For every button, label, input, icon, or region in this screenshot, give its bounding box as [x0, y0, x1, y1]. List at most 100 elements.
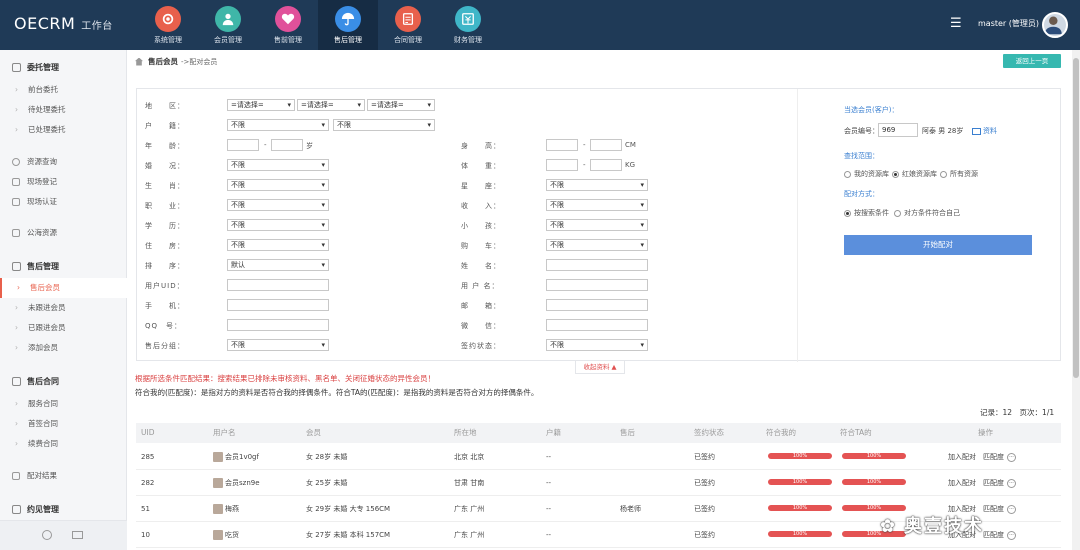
sidebar-item-done-commission[interactable]: › 已处理委托: [0, 120, 127, 140]
house-select[interactable]: 不限: [227, 239, 329, 251]
sidebar-group-appointment[interactable]: 约见管理: [12, 504, 59, 515]
weight-min-input[interactable]: [546, 159, 578, 171]
sidebar-group-commission[interactable]: 委托管理: [12, 62, 59, 73]
income-select[interactable]: 不限: [546, 199, 648, 211]
range-radio-all[interactable]: 所有资源: [940, 169, 978, 179]
nav-finance[interactable]: 财务管理: [438, 0, 498, 50]
nav-contract[interactable]: 合同管理: [378, 0, 438, 50]
method-radio-reverse[interactable]: 对方条件符合自己: [894, 208, 960, 218]
region-district-select[interactable]: =请选择=: [367, 99, 435, 111]
sort-select[interactable]: 默认: [227, 259, 329, 271]
age-min-input[interactable]: [227, 139, 259, 151]
breadcrumb-current[interactable]: 售后会员: [148, 56, 178, 67]
car-select[interactable]: 不限: [546, 239, 648, 251]
age-dash: -: [264, 141, 267, 149]
match-degree-link[interactable]: 匹配度: [983, 479, 1004, 487]
menu-toggle-icon[interactable]: ☰: [950, 16, 962, 31]
mail-icon[interactable]: [72, 531, 83, 539]
member-no-input[interactable]: 969: [878, 123, 918, 137]
add-match-link[interactable]: 加入配对: [948, 453, 976, 461]
height-dash: -: [583, 141, 586, 149]
email-input[interactable]: [546, 299, 648, 311]
nav-member[interactable]: 会员管理: [198, 0, 258, 50]
sidebar-item-followed[interactable]: › 已跟进会员: [0, 318, 127, 338]
sidebar-item-match-result[interactable]: 配对结果: [12, 470, 57, 481]
match-degree-link[interactable]: 匹配度: [983, 531, 1004, 539]
collapse-toggle[interactable]: 收起资料 ▲: [575, 361, 625, 374]
zodiac-select[interactable]: 不限: [227, 179, 329, 191]
cell-username[interactable]: 吃货: [213, 522, 239, 548]
wechat-input[interactable]: [546, 319, 648, 331]
cell-username[interactable]: 会员szn9e: [213, 470, 260, 496]
range-radio-matchmaker[interactable]: 红娘资源库: [892, 169, 937, 179]
more-icon[interactable]: ···: [1007, 478, 1016, 488]
sidebar-item-onsite-register[interactable]: 现场登记: [12, 176, 57, 187]
match-degree-link[interactable]: 匹配度: [983, 505, 1004, 513]
constellation-select[interactable]: 不限: [546, 179, 648, 191]
cell-username[interactable]: 梅燕: [213, 496, 239, 522]
match-degree-link[interactable]: 匹配度: [983, 453, 1004, 461]
marriage-select[interactable]: 不限: [227, 159, 329, 171]
name-input[interactable]: [546, 259, 648, 271]
sidebar-item-renew-contract[interactable]: › 续费合同: [0, 434, 127, 454]
sidebar-item-unfollowed[interactable]: › 未跟进会员: [0, 298, 127, 318]
sidebar-item-onsite-verify[interactable]: 现场认证: [12, 196, 57, 207]
qq-input[interactable]: [227, 319, 329, 331]
region-province-select[interactable]: =请选择=: [227, 99, 295, 111]
nav-aftersale[interactable]: 售后管理: [318, 0, 378, 50]
after-group-select[interactable]: 不限: [227, 339, 329, 351]
sidebar-item-front-commission[interactable]: › 前台委托: [0, 80, 127, 100]
weight-max-input[interactable]: [590, 159, 622, 171]
income-label: 收 入：: [461, 202, 501, 210]
contract-icon: [395, 6, 421, 32]
cell-location: 广东 广州: [454, 505, 485, 513]
start-match-button[interactable]: 开始配对: [844, 235, 1032, 255]
method-radio-search[interactable]: 按搜索条件: [844, 208, 889, 218]
match-me-bar: 100%: [768, 505, 832, 511]
avatar[interactable]: [1042, 12, 1068, 38]
more-icon[interactable]: ···: [1007, 530, 1016, 540]
home-icon[interactable]: [135, 57, 143, 66]
range-radio-mine[interactable]: 我的资源库: [844, 169, 889, 179]
kids-select[interactable]: 不限: [546, 219, 648, 231]
sign-status-select[interactable]: 不限: [546, 339, 648, 351]
sidebar-item-service-contract[interactable]: › 服务合同: [0, 394, 127, 414]
nav-presale[interactable]: 售前管理: [258, 0, 318, 50]
sidebar-item-aftersale-members[interactable]: › 售后会员: [0, 278, 127, 298]
sidebar-group-contract[interactable]: 售后合同: [12, 376, 59, 387]
more-icon[interactable]: ···: [1007, 452, 1016, 462]
height-max-input[interactable]: [590, 139, 622, 151]
hukou-city-select[interactable]: 不限: [333, 119, 435, 131]
page-scrollbar[interactable]: [1072, 50, 1080, 550]
region-city-select[interactable]: =请选择=: [297, 99, 365, 111]
edu-select[interactable]: 不限: [227, 219, 329, 231]
height-min-input[interactable]: [546, 139, 578, 151]
uid-input[interactable]: [227, 279, 329, 291]
settings-icon[interactable]: [42, 530, 52, 540]
nav-system[interactable]: 系统管理: [138, 0, 198, 50]
sidebar-item-first-contract[interactable]: › 首签合同: [0, 414, 127, 434]
sidebar-item-public-pool[interactable]: 公海资源: [12, 227, 57, 238]
cell-username[interactable]: 会员1v0gf: [213, 444, 259, 470]
age-max-input[interactable]: [271, 139, 303, 151]
more-icon[interactable]: ···: [1007, 504, 1016, 514]
sidebar-item-resource-search[interactable]: 资源查询: [12, 156, 57, 167]
user-name[interactable]: master (管理员): [978, 18, 1039, 29]
app-brand[interactable]: OECRM 工作台: [14, 14, 113, 33]
nav-label: 系统管理: [154, 36, 182, 44]
username-input[interactable]: [546, 279, 648, 291]
job-select[interactable]: 不限: [227, 199, 329, 211]
sidebar-item-pending-commission[interactable]: › 待处理委托: [0, 100, 127, 120]
add-match-link[interactable]: 加入配对: [948, 479, 976, 487]
profile-link[interactable]: 资料: [972, 126, 997, 136]
sidebar-group-aftersale[interactable]: 售后管理: [12, 261, 59, 272]
th-match-me: 符合我的: [766, 428, 796, 437]
sidebar-item-add-member[interactable]: › 添加会员: [0, 338, 127, 358]
scrollbar-thumb[interactable]: [1073, 58, 1079, 378]
hukou-province-select[interactable]: 不限: [227, 119, 329, 131]
table-row[interactable]: 285 会员1v0gf 女 28岁 未婚 北京 北京 -- 已签约 100% 1…: [136, 444, 1061, 470]
match-ta-bar: 100%: [842, 505, 906, 511]
phone-input[interactable]: [227, 299, 329, 311]
table-row[interactable]: 282 会员szn9e 女 25岁 未婚 甘肃 甘南 -- 已签约 100% 1…: [136, 470, 1061, 496]
back-button[interactable]: 返回上一页: [1003, 54, 1061, 68]
